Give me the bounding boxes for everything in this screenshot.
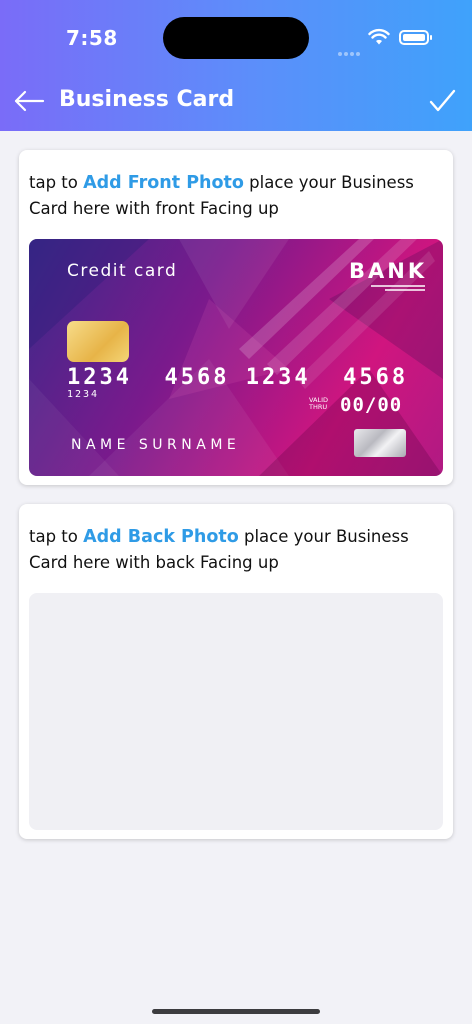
card-number: 1234 4568 1234 4568 (67, 365, 409, 390)
cellular-signal-icon (338, 41, 362, 56)
front-prefix: tap to (29, 173, 84, 192)
add-back-photo-link[interactable]: Add Back Photo (83, 527, 239, 547)
dynamic-island (163, 17, 309, 59)
card-holder-name: NAME SURNAME (71, 437, 241, 453)
card-expiry: 00/00 (340, 394, 403, 416)
app-header: 7:58 Business Card (0, 0, 472, 131)
battery-icon (399, 30, 432, 45)
back-instruction: tap to Add Back Photo place your Busines… (29, 524, 449, 576)
home-indicator (152, 1009, 320, 1014)
add-front-photo-link[interactable]: Add Front Photo (83, 173, 244, 193)
confirm-check-icon[interactable] (427, 86, 457, 116)
card-chip-icon (67, 321, 129, 362)
card-bank-name: BANK (349, 259, 428, 283)
wifi-icon (368, 28, 390, 45)
back-prefix: tap to (29, 527, 84, 546)
front-instruction: tap to Add Front Photo place your Busine… (29, 170, 449, 222)
card-type-label: Credit card (67, 261, 178, 281)
front-photo-section: tap to Add Front Photo place your Busine… (19, 150, 453, 485)
status-time: 7:58 (66, 26, 118, 50)
front-card-photo[interactable]: Credit card BANK 1234 4568 1234 4568 123… (29, 239, 443, 476)
back-arrow-icon[interactable] (12, 86, 46, 116)
card-valid-thru-label: VALID THRU (309, 396, 329, 411)
page-title: Business Card (59, 87, 235, 112)
card-hologram-icon (354, 429, 406, 457)
back-photo-placeholder[interactable] (29, 593, 443, 830)
bank-underline-decoration (371, 285, 425, 291)
back-photo-section: tap to Add Back Photo place your Busines… (19, 504, 453, 839)
card-small-number: 1234 (67, 389, 100, 400)
